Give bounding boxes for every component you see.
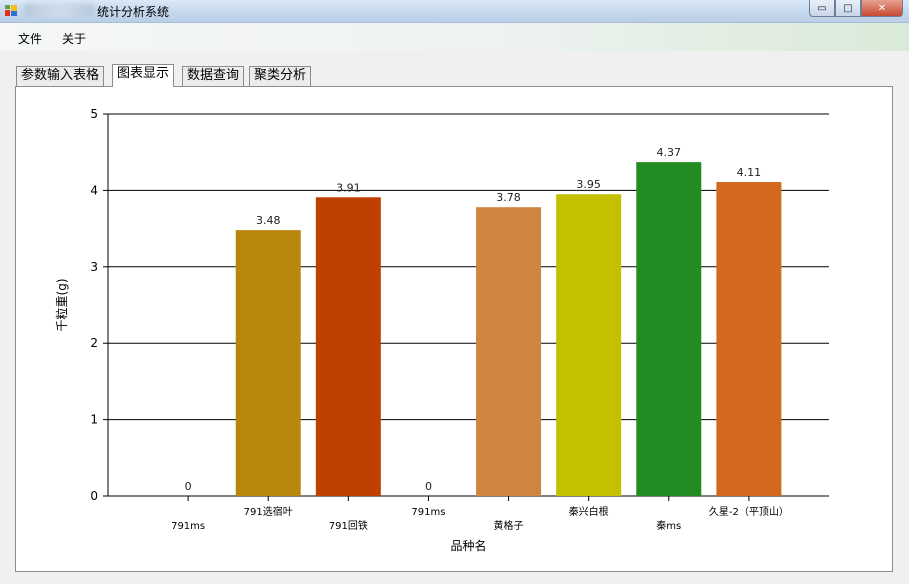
- bar: [476, 207, 542, 496]
- menu-bar: 文件 关于: [0, 23, 909, 51]
- value-label: 4.11: [737, 166, 762, 179]
- chart-panel: 0 1 2 3 4 5 0 791ms 3.48 791选宿叶 3.91 791回铁 0 791ms 3.7…: [15, 86, 893, 572]
- app-icon: [5, 5, 17, 16]
- title-bar: 统计分析系统 ▭ □ ✕: [0, 0, 909, 23]
- x-tick-label: 黄格子: [494, 519, 524, 532]
- bar: [315, 197, 381, 496]
- x-tick-label: 秦ms: [656, 519, 681, 532]
- bar: [556, 194, 622, 496]
- x-tick-label: 秦兴白根: [569, 505, 609, 518]
- value-label: 0: [185, 480, 192, 493]
- bar: [235, 230, 301, 497]
- y-tick-label: 4: [90, 183, 98, 197]
- x-tick-label: 791选宿叶: [244, 505, 293, 518]
- x-axis-title: 品种名: [450, 538, 486, 553]
- value-label: 3.48: [256, 214, 281, 227]
- bar: [636, 162, 702, 496]
- redacted-title-block: [24, 4, 94, 17]
- menu-about[interactable]: 关于: [62, 30, 86, 47]
- value-label: 4.37: [657, 146, 682, 159]
- y-tick-label: 0: [90, 489, 98, 503]
- y-tick-label: 3: [90, 260, 98, 274]
- value-label: 3.91: [336, 181, 361, 194]
- x-tick-label: 791回铁: [329, 519, 368, 532]
- y-tick-label: 1: [90, 413, 98, 427]
- maximize-button[interactable]: □: [835, 0, 861, 17]
- tab-cluster-analysis[interactable]: 聚类分析: [249, 66, 312, 86]
- x-tick-label: 791ms: [171, 521, 205, 532]
- bar-chart: 0 1 2 3 4 5 0 791ms 3.48 791选宿叶 3.91 791回铁 0 791ms 3.7…: [54, 107, 829, 553]
- y-tick-label: 5: [90, 107, 98, 121]
- y-tick-label: 2: [90, 336, 98, 350]
- value-label: 3.95: [576, 178, 601, 191]
- minimize-button[interactable]: ▭: [809, 0, 835, 17]
- window-title: 统计分析系统: [97, 5, 170, 19]
- value-label: 0: [425, 480, 432, 493]
- window-controls: ▭ □ ✕: [809, 0, 903, 18]
- x-tick-label: 791ms: [411, 507, 445, 518]
- tab-parameter-input[interactable]: 参数输入表格: [16, 66, 105, 86]
- x-tick-label: 久星-2（平顶山）: [709, 506, 789, 518]
- close-button[interactable]: ✕: [861, 0, 903, 17]
- tab-data-query[interactable]: 数据查询: [182, 66, 245, 86]
- tab-chart-display[interactable]: 图表显示: [112, 64, 175, 87]
- menu-file[interactable]: 文件: [18, 30, 42, 47]
- value-label: 3.78: [496, 191, 521, 204]
- bar: [716, 181, 782, 496]
- y-axis-title: 千粒重(g): [54, 279, 69, 332]
